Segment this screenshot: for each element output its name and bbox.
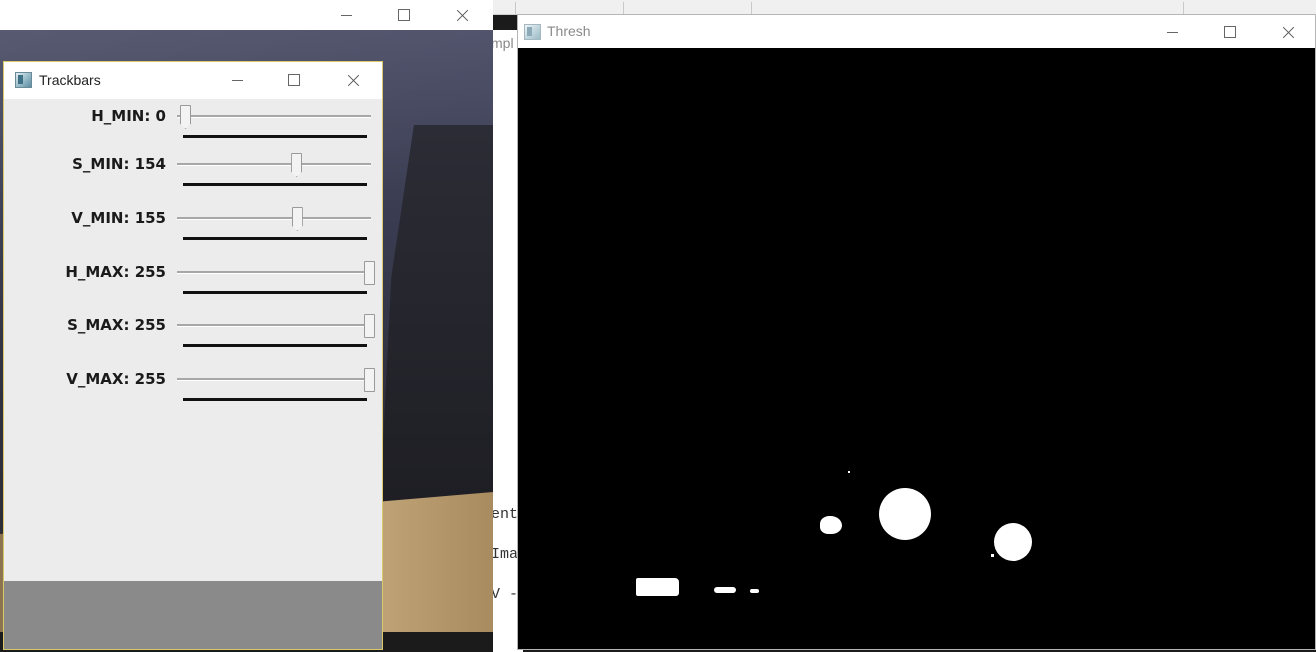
trackbar-row: H_MAX: 255 xyxy=(4,257,382,297)
white-blob xyxy=(820,516,842,534)
trackbar-row: V_MIN: 155 xyxy=(4,203,382,243)
trackbar-underline xyxy=(183,291,367,294)
trackbar-row: V_MAX: 255 xyxy=(4,364,382,404)
background-window-strip xyxy=(493,0,1316,15)
trackbar-row: S_MAX: 255 xyxy=(4,310,382,350)
window-title: Trackbars xyxy=(39,72,101,88)
white-blob xyxy=(991,554,994,557)
trackbar-handle[interactable] xyxy=(364,261,375,285)
trackbar-groove[interactable] xyxy=(177,217,371,220)
trackbar-groove[interactable] xyxy=(177,378,371,381)
trackbar-label: V_MIN: 155 xyxy=(71,209,166,227)
close-icon[interactable] xyxy=(330,65,376,95)
console-text: mpl xyxy=(493,35,514,51)
trackbar-handle[interactable] xyxy=(180,105,191,129)
app-icon xyxy=(15,72,32,88)
app-icon xyxy=(524,24,541,40)
trackbar-underline xyxy=(183,344,367,347)
console-line: V - xyxy=(493,586,519,603)
window-title: Thresh xyxy=(547,23,591,39)
background-tab-divider xyxy=(623,2,624,14)
white-blob xyxy=(750,589,759,593)
trackbar-handle[interactable] xyxy=(291,207,303,231)
console-line: ent xyxy=(493,506,519,523)
console-line: Ima xyxy=(493,546,519,563)
trackbar-row: S_MIN: 154 xyxy=(4,149,382,189)
threshold-image xyxy=(518,48,1315,649)
trackbar-handle[interactable] xyxy=(364,314,375,338)
trackbar-handle[interactable] xyxy=(364,368,375,392)
camera-feed-object xyxy=(380,125,493,505)
thresh-titlebar[interactable]: Thresh xyxy=(518,15,1315,48)
trackbar-label: H_MAX: 255 xyxy=(65,263,166,281)
trackbar-label: S_MAX: 255 xyxy=(67,316,166,334)
minimize-icon[interactable] xyxy=(323,0,369,30)
background-tab-divider xyxy=(751,2,752,14)
white-blob xyxy=(879,488,931,540)
minimize-icon[interactable] xyxy=(1149,17,1195,47)
trackbar-label: S_MIN: 154 xyxy=(72,155,166,173)
trackbars-body: H_MIN: 0 S_MIN: 154 V_MIN: 155 H_MAX: 25… xyxy=(4,99,382,581)
background-tab-divider xyxy=(1183,2,1184,14)
close-icon[interactable] xyxy=(439,0,485,30)
white-blob xyxy=(848,471,850,473)
trackbar-groove[interactable] xyxy=(177,271,371,274)
trackbar-label: V_MAX: 255 xyxy=(66,370,166,388)
trackbar-groove[interactable] xyxy=(177,115,371,118)
white-blob xyxy=(994,523,1032,561)
thresh-window: Thresh xyxy=(517,14,1316,650)
trackbar-underline xyxy=(183,398,367,401)
trackbar-handle[interactable] xyxy=(291,153,303,177)
trackbar-underline xyxy=(183,135,367,138)
trackbar-row: H_MIN: 0 xyxy=(4,101,382,141)
maximize-icon[interactable] xyxy=(1207,17,1253,47)
trackbar-label: H_MIN: 0 xyxy=(91,107,166,125)
close-icon[interactable] xyxy=(1265,17,1311,47)
trackbar-groove[interactable] xyxy=(177,163,371,166)
minimize-icon[interactable] xyxy=(214,65,260,95)
trackbars-footer-area xyxy=(4,581,382,649)
maximize-icon[interactable] xyxy=(271,65,317,95)
camera-window-titlebar[interactable] xyxy=(0,0,493,30)
white-blob xyxy=(636,578,679,596)
maximize-icon[interactable] xyxy=(381,0,427,30)
trackbar-groove[interactable] xyxy=(177,324,371,327)
trackbar-underline xyxy=(183,183,367,186)
trackbar-underline xyxy=(183,237,367,240)
white-blob xyxy=(714,587,736,593)
trackbars-window: Trackbars H_MIN: 0 S_MIN: 154 V_MIN: 155… xyxy=(3,61,383,650)
trackbars-titlebar[interactable]: Trackbars xyxy=(4,62,382,99)
background-tab-divider xyxy=(515,2,516,14)
